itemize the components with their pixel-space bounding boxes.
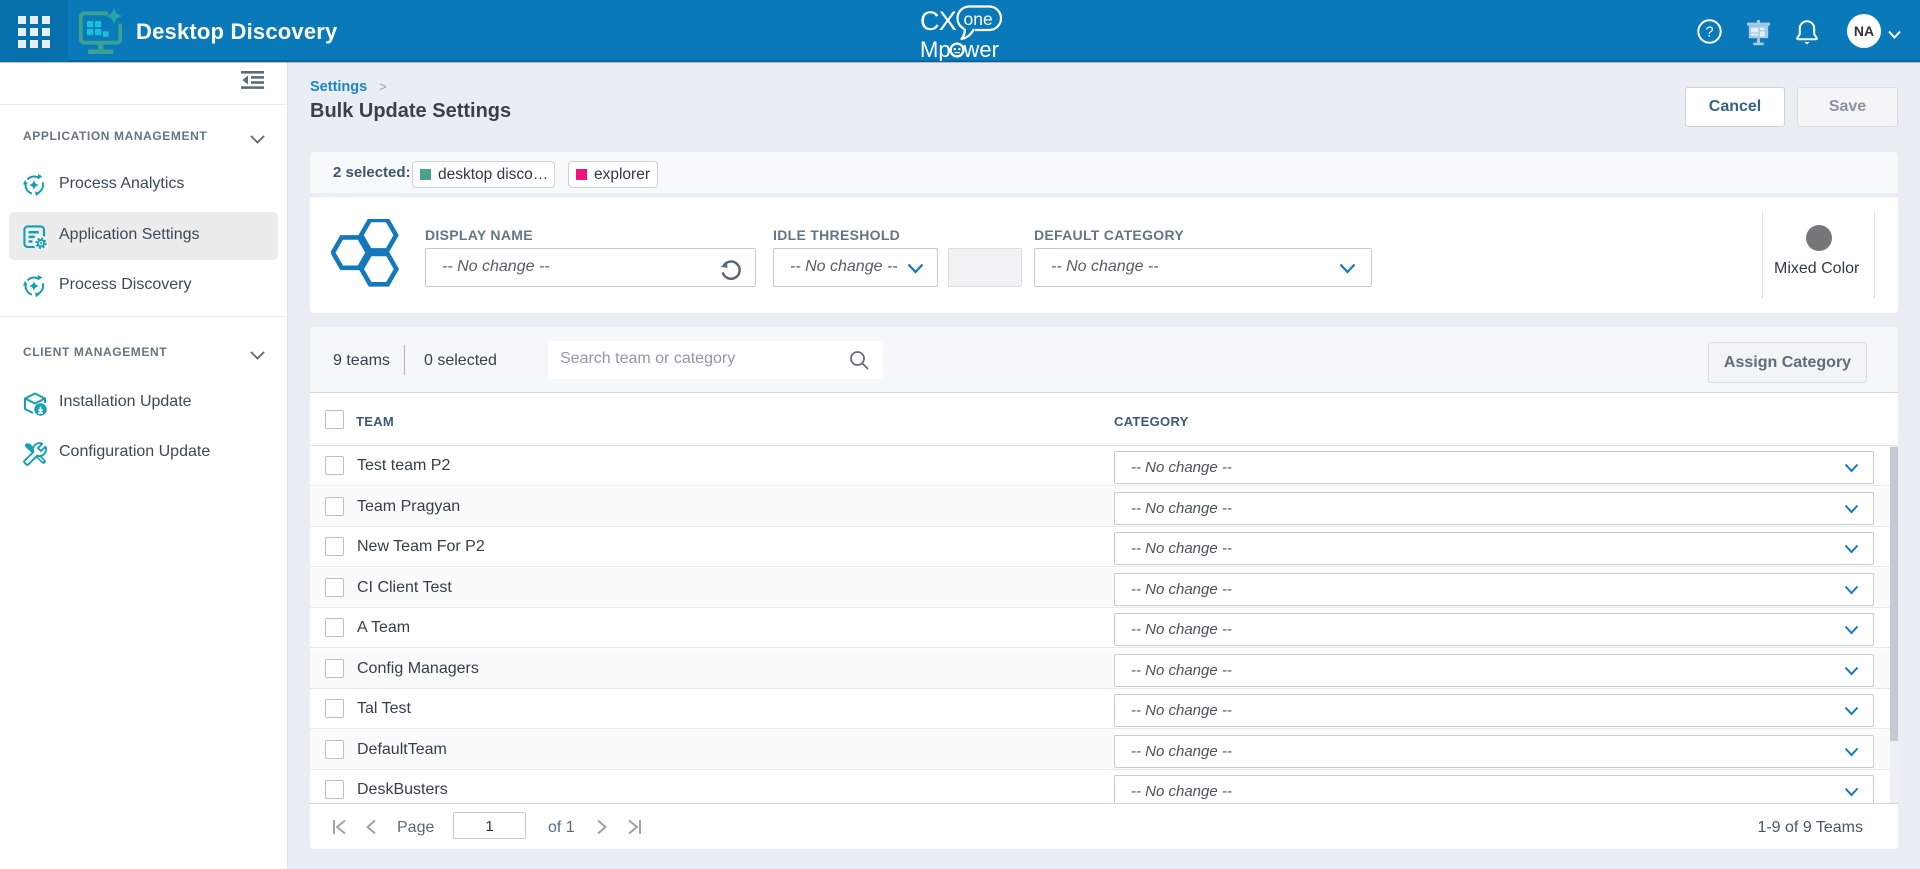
svg-text:Mp: Mp [920, 37, 951, 61]
svg-text:CX: CX [920, 6, 957, 36]
svg-text:?: ? [1705, 25, 1713, 41]
svg-text:wer: wer [963, 37, 999, 61]
svg-text:one: one [964, 9, 993, 29]
